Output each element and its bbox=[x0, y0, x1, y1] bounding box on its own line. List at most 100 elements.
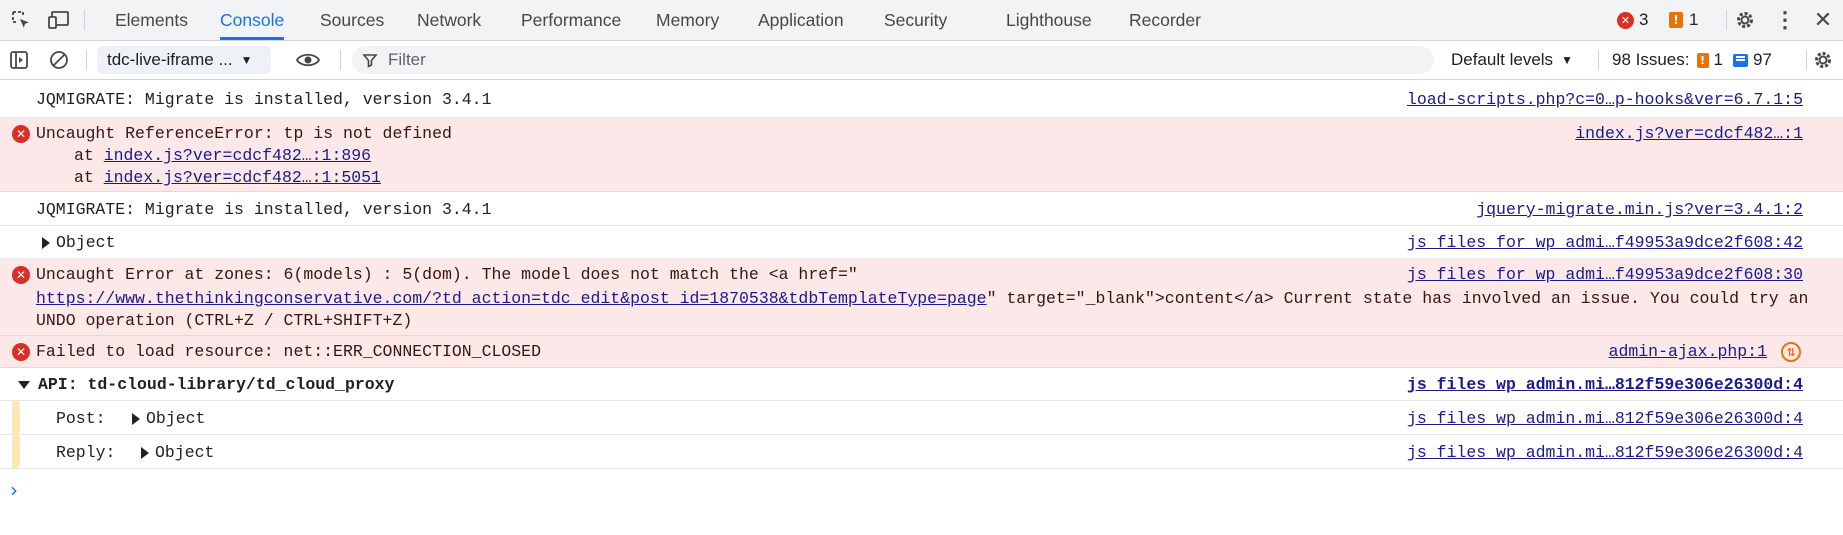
console-message-error: ✕ Uncaught Error at zones: 6(models) : 5… bbox=[0, 259, 1843, 336]
warning-counter[interactable]: ! 1 bbox=[1669, 0, 1698, 40]
tab-application[interactable]: Application bbox=[758, 0, 844, 40]
console-group-header[interactable]: API: td-cloud-library/td_cloud_proxy js_… bbox=[0, 368, 1843, 401]
message-text: Uncaught Error at zones: 6(models) : 5(d… bbox=[36, 265, 858, 284]
error-counter[interactable]: ✕ 3 bbox=[1617, 0, 1648, 40]
console-message-error: ✕ Failed to load resource: net::ERR_CONN… bbox=[0, 336, 1843, 368]
warning-count: 1 bbox=[1689, 10, 1699, 29]
stack-at: at bbox=[74, 168, 94, 187]
network-request-icon[interactable]: ⇅ bbox=[1781, 342, 1801, 362]
source-link[interactable]: index.js?ver=cdcf482…:1 bbox=[1575, 124, 1803, 143]
item-label: Reply: bbox=[56, 443, 116, 462]
levels-label: Default levels bbox=[1451, 50, 1554, 69]
divider bbox=[1726, 10, 1727, 30]
error-count: 3 bbox=[1639, 10, 1649, 29]
message-text-line2: https://www.thethinkingconservative.com/… bbox=[36, 289, 1808, 308]
console-group-item: Reply: Object js_files_wp_admin.mi…812f5… bbox=[0, 435, 1843, 469]
clear-console-icon[interactable] bbox=[44, 41, 74, 79]
source-link[interactable]: admin-ajax.php:1 bbox=[1609, 342, 1767, 361]
source-link[interactable]: js_files_for_wp_admi…f49953a9dce2f608:30 bbox=[1407, 265, 1803, 284]
warning-icon: ! bbox=[1669, 12, 1683, 28]
context-selector[interactable]: tdc-live-iframe ... ▼ bbox=[97, 46, 271, 74]
tab-memory[interactable]: Memory bbox=[656, 0, 719, 40]
item-label: Post: bbox=[56, 409, 106, 428]
source-link[interactable]: js_files_for_wp_admi…f49953a9dce2f608:42 bbox=[1407, 233, 1803, 252]
tab-console[interactable]: Console bbox=[220, 0, 285, 40]
group-indent-bar bbox=[12, 435, 20, 468]
group-expander[interactable]: API: td-cloud-library/td_cloud_proxy bbox=[18, 375, 394, 394]
error-icon: ✕ bbox=[1617, 11, 1634, 29]
context-label: tdc-live-iframe ... bbox=[107, 50, 233, 69]
issues-label: 98 Issues: bbox=[1612, 50, 1690, 69]
inspect-element-icon[interactable] bbox=[6, 0, 36, 40]
divider bbox=[1598, 50, 1599, 70]
prompt-chevron-icon: › bbox=[10, 478, 18, 502]
message-text: JQMIGRATE: Migrate is installed, version… bbox=[36, 90, 492, 109]
source-link[interactable]: js_files_wp_admin.mi…812f59e306e26300d:4 bbox=[1407, 409, 1803, 428]
message-text: Failed to load resource: net::ERR_CONNEC… bbox=[36, 342, 541, 361]
group-indent-bar bbox=[12, 401, 20, 434]
tab-network[interactable]: Network bbox=[417, 0, 481, 40]
source-link[interactable]: js_files_wp_admin.mi…812f59e306e26300d:4 bbox=[1407, 443, 1803, 462]
console-message-object[interactable]: Object js_files_for_wp_admi…f49953a9dce2… bbox=[0, 226, 1843, 259]
error-icon: ✕ bbox=[12, 343, 30, 361]
object-label: Object bbox=[56, 233, 116, 252]
expand-triangle-icon bbox=[132, 412, 140, 425]
expand-triangle-icon bbox=[42, 236, 50, 249]
expand-triangle-icon bbox=[141, 446, 149, 459]
console-message-log: JQMIGRATE: Migrate is installed, version… bbox=[0, 80, 1843, 118]
info-message-icon bbox=[1732, 53, 1748, 67]
settings-gear-icon[interactable] bbox=[1730, 0, 1760, 40]
console-toolbar: tdc-live-iframe ... ▼ Filter Default lev… bbox=[0, 41, 1843, 80]
object-expander[interactable]: Object bbox=[141, 443, 214, 462]
tab-recorder[interactable]: Recorder bbox=[1129, 0, 1201, 40]
more-options-icon[interactable]: ⋮ bbox=[1770, 0, 1800, 40]
object-label: Object bbox=[155, 443, 215, 462]
collapse-triangle-icon bbox=[18, 380, 30, 389]
stack-frame: at index.js?ver=cdcf482…:1:896 bbox=[74, 146, 371, 165]
filter-icon bbox=[362, 54, 378, 68]
source-link[interactable]: jquery-migrate.min.js?ver=3.4.1:2 bbox=[1476, 200, 1803, 219]
tab-lighthouse[interactable]: Lighthouse bbox=[1006, 0, 1092, 40]
group-label: API: td-cloud-library/td_cloud_proxy bbox=[38, 375, 395, 394]
tab-security[interactable]: Security bbox=[884, 0, 947, 40]
divider bbox=[86, 50, 87, 70]
object-expander[interactable]: Object bbox=[42, 233, 115, 252]
console-group-item: Post: Object js_files_wp_admin.mi…812f59… bbox=[0, 401, 1843, 435]
error-icon: ✕ bbox=[12, 266, 30, 284]
divider bbox=[1806, 50, 1807, 70]
issues-info-count: 97 bbox=[1752, 50, 1772, 69]
warning-icon: ! bbox=[1696, 52, 1709, 68]
console-settings-gear-icon[interactable] bbox=[1808, 41, 1838, 79]
message-url-link[interactable]: https://www.thethinkingconservative.com/… bbox=[36, 289, 987, 308]
filter-placeholder: Filter bbox=[388, 50, 426, 69]
message-text-cont: " target="_blank">content</a> Current st… bbox=[986, 289, 1809, 308]
device-toolbar-icon[interactable] bbox=[44, 0, 74, 40]
close-icon[interactable]: ✕ bbox=[1808, 0, 1838, 40]
eye-icon[interactable] bbox=[292, 41, 324, 79]
error-icon: ✕ bbox=[12, 125, 30, 143]
console-message-error: ✕ Uncaught ReferenceError: tp is not def… bbox=[0, 118, 1843, 192]
console-prompt-input[interactable]: › bbox=[10, 478, 1830, 508]
issues-counter[interactable]: 98 Issues: ! 1 97 bbox=[1612, 41, 1772, 79]
chevron-down-icon: ▼ bbox=[1561, 53, 1573, 67]
message-text: Uncaught ReferenceError: tp is not defin… bbox=[36, 124, 452, 143]
source-link[interactable]: js_files_wp_admin.mi…812f59e306e26300d:4 bbox=[1407, 375, 1803, 394]
log-levels-dropdown[interactable]: Default levels ▼ bbox=[1451, 41, 1573, 79]
source-link[interactable]: load-scripts.php?c=0…p-hooks&ver=6.7.1:5 bbox=[1407, 90, 1803, 109]
stack-at: at bbox=[74, 146, 94, 165]
sidebar-toggle-icon[interactable] bbox=[4, 41, 34, 79]
object-label: Object bbox=[146, 409, 206, 428]
chevron-down-icon: ▼ bbox=[240, 53, 253, 67]
tab-performance[interactable]: Performance bbox=[521, 0, 621, 40]
message-text-line3: UNDO operation (CTRL+Z / CTRL+SHIFT+Z) bbox=[36, 311, 413, 330]
tab-elements[interactable]: Elements bbox=[115, 0, 188, 40]
tab-sources[interactable]: Sources bbox=[320, 0, 384, 40]
stack-link[interactable]: index.js?ver=cdcf482…:1:896 bbox=[104, 146, 371, 165]
stack-frame: at index.js?ver=cdcf482…:1:5051 bbox=[74, 168, 381, 187]
stack-link[interactable]: index.js?ver=cdcf482…:1:5051 bbox=[104, 168, 381, 187]
object-expander[interactable]: Object bbox=[132, 409, 205, 428]
console-message-log: JQMIGRATE: Migrate is installed, version… bbox=[0, 192, 1843, 226]
devtools-tabbar: Elements Console Sources Network Perform… bbox=[0, 0, 1843, 41]
filter-input[interactable]: Filter bbox=[352, 46, 1434, 74]
divider bbox=[340, 50, 341, 70]
